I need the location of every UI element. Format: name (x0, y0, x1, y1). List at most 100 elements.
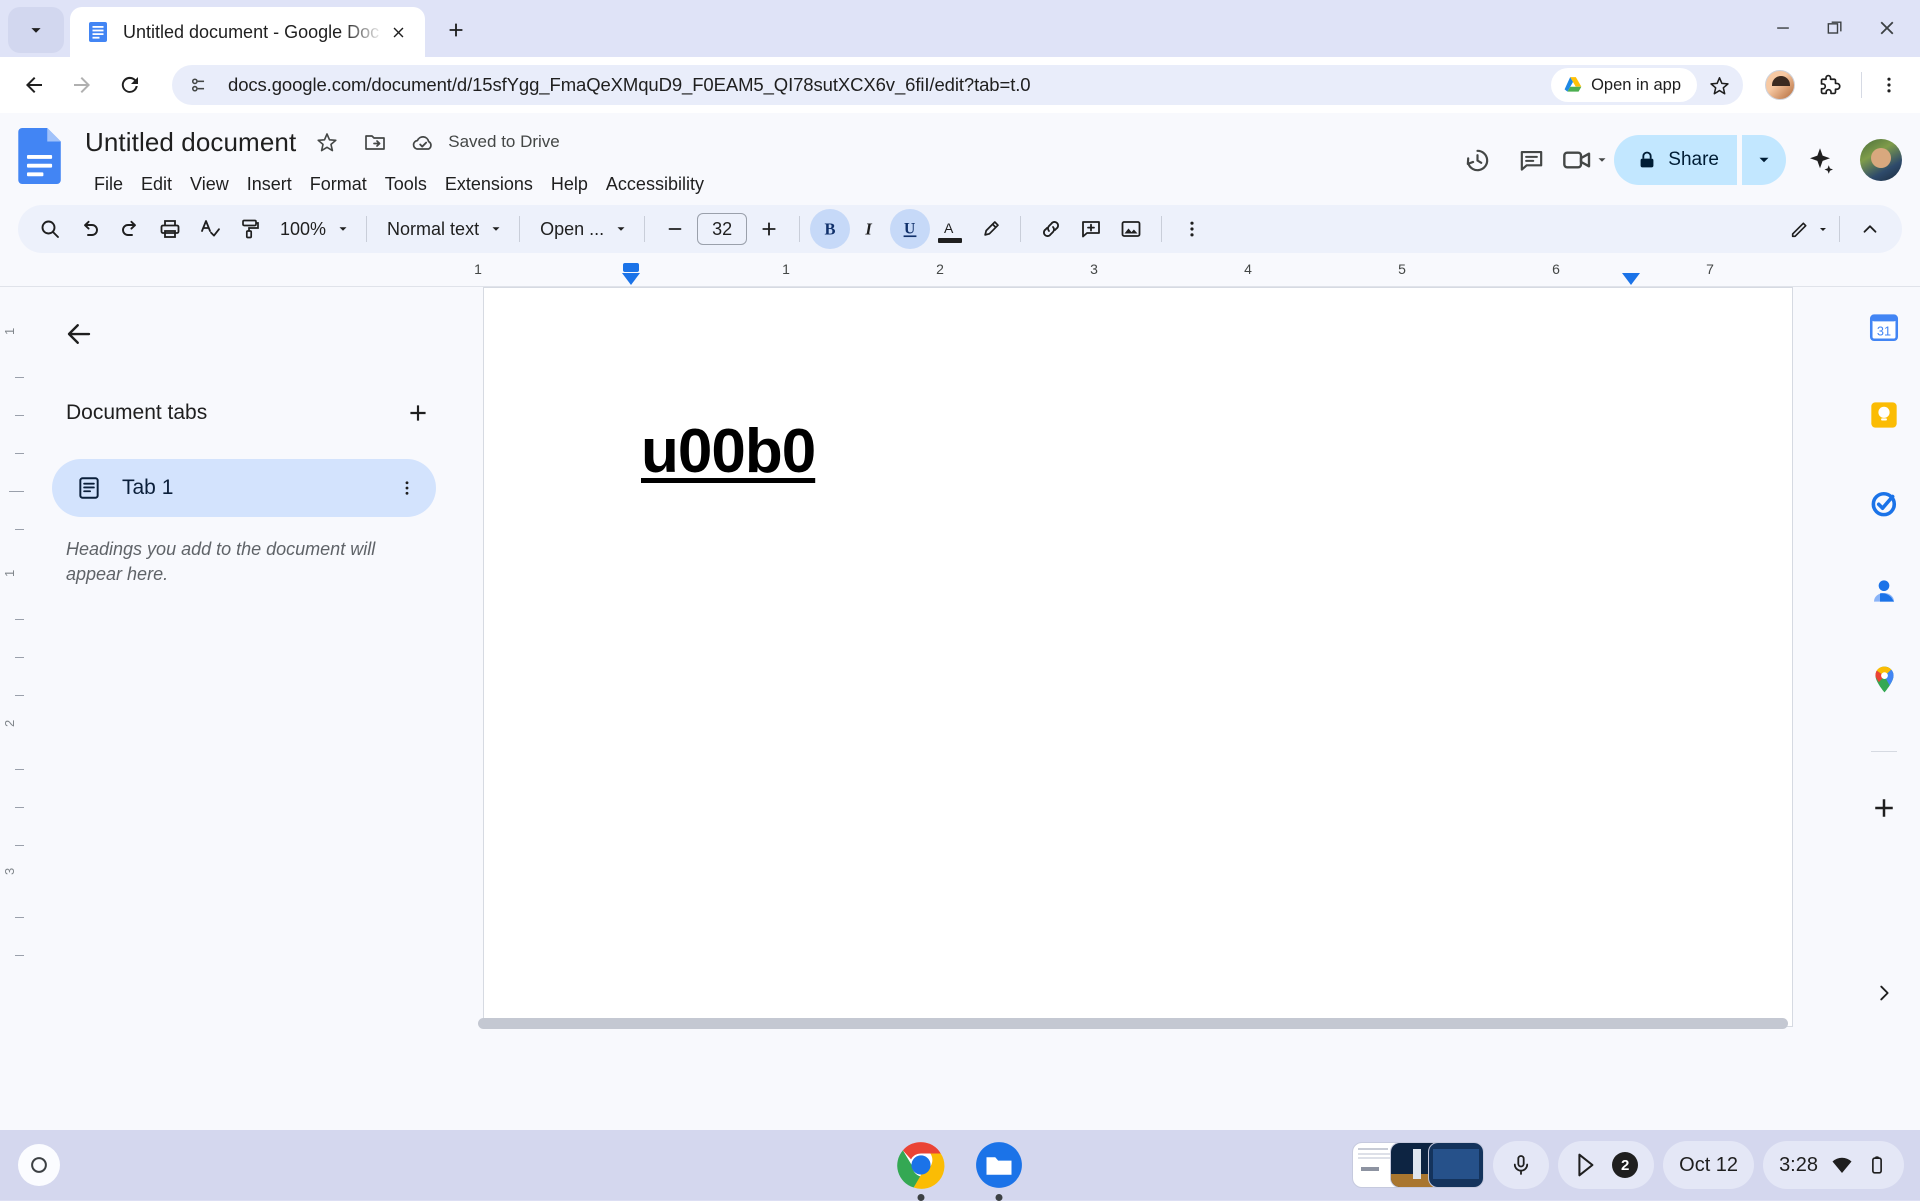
document-title[interactable]: Untitled document (85, 127, 296, 158)
star-document-button[interactable] (310, 125, 344, 159)
left-indent-marker[interactable] (622, 273, 640, 285)
menu-view[interactable]: View (181, 169, 238, 200)
document-text[interactable]: u00b0 (641, 416, 815, 487)
extensions-button[interactable] (1809, 66, 1847, 104)
back-button[interactable] (14, 65, 54, 105)
menu-tools[interactable]: Tools (376, 169, 436, 200)
expand-side-panel-button[interactable] (1864, 973, 1904, 1013)
bold-button[interactable]: B (810, 209, 850, 249)
account-avatar[interactable] (1860, 139, 1902, 181)
notifications-button[interactable]: 2 (1558, 1141, 1654, 1189)
browser-tab[interactable]: Untitled document - Google Doc (70, 7, 425, 57)
open-in-app-button[interactable]: Open in app (1551, 68, 1697, 102)
highlight-color-button[interactable] (970, 209, 1010, 249)
calendar-icon[interactable]: 31 (1862, 305, 1906, 349)
font-selector[interactable]: Open ... (530, 210, 634, 248)
search-icon (38, 217, 62, 241)
redo-button[interactable] (110, 209, 150, 249)
tab-close-button[interactable] (383, 17, 413, 47)
menu-extensions[interactable]: Extensions (436, 169, 542, 200)
date-button[interactable]: Oct 12 (1663, 1141, 1754, 1189)
address-bar[interactable]: docs.google.com/document/d/15sfYgg_FmaQe… (172, 65, 1743, 105)
menu-accessibility[interactable]: Accessibility (597, 169, 713, 200)
horizontal-scrollbar[interactable] (478, 1018, 1788, 1029)
toolbar-divider (1161, 216, 1162, 242)
google-calendar-icon: 31 (1867, 310, 1901, 344)
document-canvas[interactable]: u00b0 (470, 287, 1920, 1035)
text-color-button[interactable]: A (930, 209, 970, 249)
spellcheck-button[interactable] (190, 209, 230, 249)
menu-insert[interactable]: Insert (238, 169, 301, 200)
browser-menu-button[interactable] (1872, 66, 1906, 104)
add-tab-button[interactable] (400, 395, 436, 431)
vruler-number: 2 (2, 720, 17, 727)
document-tab-options-button[interactable] (390, 471, 424, 505)
share-button[interactable]: Share (1614, 135, 1737, 185)
move-to-folder-button[interactable] (358, 125, 392, 159)
comments-button[interactable] (1506, 135, 1556, 185)
collapse-toolbar-button[interactable] (1850, 209, 1890, 249)
insert-link-button[interactable] (1031, 209, 1071, 249)
keep-icon[interactable] (1862, 393, 1906, 437)
increase-font-size-button[interactable] (749, 209, 789, 249)
svg-text:31: 31 (1877, 324, 1891, 339)
right-indent-marker[interactable] (1622, 273, 1640, 285)
files-app-button[interactable] (974, 1140, 1024, 1190)
new-tab-button[interactable] (439, 13, 473, 47)
document-tab-item[interactable]: Tab 1 (52, 459, 436, 517)
paragraph-style-selector[interactable]: Normal text (377, 210, 509, 248)
launcher-button[interactable] (18, 1144, 60, 1186)
forward-button[interactable] (62, 65, 102, 105)
window-preview[interactable] (1428, 1142, 1484, 1188)
minimize-button[interactable] (1760, 8, 1806, 48)
document-page[interactable]: u00b0 (483, 287, 1793, 1027)
profile-avatar[interactable] (1765, 70, 1795, 100)
video-camera-icon (1561, 144, 1593, 176)
font-size-input[interactable]: 32 (697, 213, 747, 245)
chrome-app-button[interactable] (896, 1140, 946, 1190)
undo-button[interactable] (70, 209, 110, 249)
print-button[interactable] (150, 209, 190, 249)
add-on-icon[interactable] (1862, 786, 1906, 830)
site-settings-icon[interactable] (188, 74, 210, 96)
google-docs-logo[interactable] (18, 128, 63, 184)
underline-button[interactable]: U (890, 209, 930, 249)
maximize-button[interactable] (1812, 8, 1858, 48)
insert-image-icon (1119, 217, 1143, 241)
window-previews[interactable] (1352, 1142, 1484, 1188)
maps-icon[interactable] (1862, 657, 1906, 701)
decrease-font-size-button[interactable] (655, 209, 695, 249)
more-toolbar-options-button[interactable] (1172, 209, 1212, 249)
share-options-button[interactable] (1742, 135, 1786, 185)
menu-edit[interactable]: Edit (132, 169, 181, 200)
reload-button[interactable] (110, 65, 150, 105)
close-window-button[interactable] (1864, 8, 1910, 48)
arrow-left-icon (22, 73, 46, 97)
toolbar-divider (519, 216, 520, 242)
status-area-button[interactable]: 3:28 (1763, 1141, 1904, 1189)
link-icon (1039, 217, 1063, 241)
editing-mode-button[interactable] (1789, 209, 1829, 249)
gemini-button[interactable] (1796, 135, 1844, 185)
add-comment-button[interactable] (1071, 209, 1111, 249)
close-tabs-pane-button[interactable] (58, 313, 100, 355)
horizontal-ruler[interactable]: 1 1 2 3 4 5 6 7 (0, 261, 1920, 287)
contacts-icon[interactable] (1862, 569, 1906, 613)
version-history-button[interactable] (1452, 135, 1502, 185)
menu-format[interactable]: Format (301, 169, 376, 200)
bold-icon: B (819, 218, 841, 240)
zoom-selector[interactable]: 100% (270, 210, 356, 248)
paint-format-button[interactable] (230, 209, 270, 249)
italic-button[interactable]: I (850, 209, 890, 249)
menu-help[interactable]: Help (542, 169, 597, 200)
tasks-icon[interactable] (1862, 481, 1906, 525)
search-button[interactable] (30, 209, 70, 249)
first-line-indent-marker[interactable] (623, 263, 639, 272)
google-docs-app: Untitled document (0, 113, 1920, 1130)
bookmark-button[interactable] (1701, 67, 1737, 103)
meet-button[interactable] (1560, 135, 1610, 185)
menu-file[interactable]: File (85, 169, 132, 200)
microphone-button[interactable] (1493, 1141, 1549, 1189)
insert-image-button[interactable] (1111, 209, 1151, 249)
tab-search-button[interactable] (8, 7, 64, 53)
